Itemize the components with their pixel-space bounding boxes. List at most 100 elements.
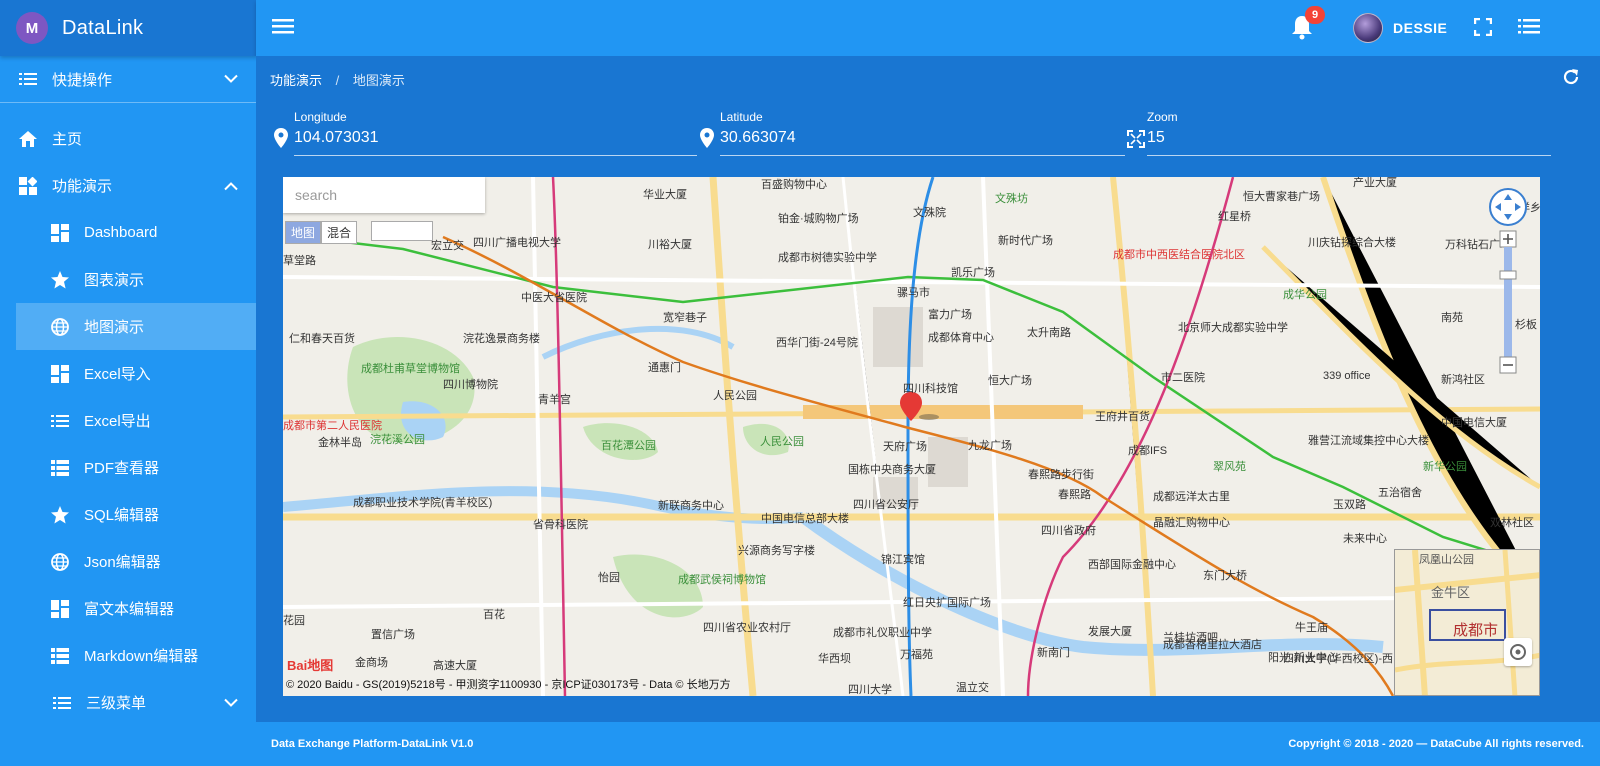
map-poi-label[interactable]: 新联商务中心 (658, 500, 724, 513)
zoom-field[interactable]: Zoom 15 (1127, 110, 1551, 156)
footer-brand-link[interactable]: DataCube (1430, 738, 1481, 750)
map-poi-label[interactable]: 晶融汇购物中心 (1153, 517, 1230, 530)
map-poi-label[interactable]: 省骨科医院 (533, 519, 588, 532)
fullscreen-icon[interactable] (1473, 17, 1494, 38)
map-poi-label[interactable]: 百花 (483, 609, 505, 622)
latitude-value[interactable]: 30.663074 (720, 129, 796, 147)
map-poi-label[interactable]: 骡马市 (897, 287, 930, 300)
map-poi-label[interactable]: 百花潭公园 (601, 440, 656, 453)
map-poi-label[interactable]: 万福苑 (900, 649, 933, 662)
map-poi-label[interactable]: 成都香格里拉大酒店 (1163, 639, 1262, 652)
map-search-input[interactable]: search (283, 177, 485, 213)
map-poi-label[interactable]: 花园 (283, 615, 305, 628)
map-poi-label[interactable]: 川庆钻探综合大楼 (1308, 237, 1396, 250)
map-poi-label[interactable]: 宽窄巷子 (663, 312, 707, 325)
map-type-select[interactable] (371, 221, 433, 241)
map-poi-label[interactable]: 华西坝 (818, 653, 851, 666)
map-poi-label[interactable]: 四川省政府 (1041, 525, 1096, 538)
map-poi-label[interactable]: 翠风苑 (1213, 461, 1246, 474)
map-poi-label[interactable]: 双林社区 (1490, 517, 1534, 530)
map-poi-label[interactable]: 文殊坊 (995, 193, 1028, 206)
map-poi-label[interactable]: 五治宿舍 (1378, 487, 1422, 500)
sidebar-item-7[interactable]: Json编辑器 (16, 538, 256, 585)
map-poi-label[interactable]: 新鸿社区 (1441, 374, 1485, 387)
sidebar-item-0[interactable]: Dashboard (16, 209, 256, 256)
zoom-value[interactable]: 15 (1147, 129, 1165, 147)
map-poi-label[interactable]: 四川大学 (848, 684, 892, 696)
map-poi-label[interactable]: 恒大广场 (988, 375, 1032, 388)
sidebar-item-level3[interactable]: 三级菜单 (0, 679, 256, 726)
map-poi-label[interactable]: 红日央扩国际广场 (903, 597, 991, 610)
map-poi-label[interactable]: 浣花溪公园 (370, 434, 425, 447)
map-poi-label[interactable]: 人民公园 (713, 390, 757, 403)
map-poi-label[interactable]: 中医大省医院 (521, 292, 587, 305)
map-poi-label[interactable]: 高速大厦 (433, 660, 477, 673)
map-poi-label[interactable]: 新南门 (1037, 647, 1070, 660)
sidebar-item-4[interactable]: Excel导出 (16, 397, 256, 444)
map-poi-label[interactable]: 成都体育中心 (928, 332, 994, 345)
sidebar-item-6[interactable]: SQL编辑器 (16, 491, 256, 538)
map-poi-label[interactable]: 成都市树德实验中学 (778, 252, 877, 265)
map-poi-label[interactable]: 太升南路 (1027, 327, 1071, 340)
map-poi-label[interactable]: 南苑 (1441, 312, 1463, 325)
map-poi-label[interactable]: 中国电信总部大楼 (761, 513, 849, 526)
map-poi-label[interactable]: 富力广场 (928, 309, 972, 322)
map-poi-label[interactable]: 339 office (1323, 370, 1371, 383)
map-poi-label[interactable]: 四川省公安厅 (853, 499, 919, 512)
map-poi-label[interactable]: 通惠门 (648, 362, 681, 375)
map-poi-label[interactable]: 金商场 (355, 657, 388, 670)
map-poi-label[interactable]: 锦江宾馆 (881, 554, 925, 567)
map-poi-label[interactable]: 春熙路步行街 (1028, 469, 1094, 482)
brand[interactable]: M DataLink (0, 0, 256, 56)
map-poi-label[interactable]: 新华公园 (1423, 461, 1467, 474)
map-poi-label[interactable]: 四川广播电视大学 (473, 237, 561, 250)
map-poi-label[interactable]: 牛王庙 (1295, 622, 1328, 635)
map-poi-label[interactable]: 产业大厦 (1353, 177, 1397, 190)
map-poi-label[interactable]: 四川科技馆 (903, 383, 958, 396)
avatar[interactable] (1353, 13, 1383, 43)
map-poi-label[interactable]: 华业大厦 (643, 189, 687, 202)
map-poi-label[interactable]: 川裕大厦 (648, 239, 692, 252)
map-poi-label[interactable]: 百盛购物中心 (761, 179, 827, 192)
map-poi-label[interactable]: 玉双路 (1333, 499, 1366, 512)
map-poi-label[interactable]: 成都武侯祠博物馆 (678, 574, 766, 587)
map-poi-label[interactable]: 四川大学(华西校区)-西区 (1283, 653, 1404, 666)
map-poi-label[interactable]: 铂金·城购物广场 (778, 213, 859, 226)
map-poi-label[interactable]: 春熙路 (1058, 489, 1091, 502)
map-poi-label[interactable]: 市二医院 (1161, 372, 1205, 385)
menu-toggle-icon[interactable] (272, 16, 296, 40)
map-poi-label[interactable]: 草堂路 (283, 255, 316, 268)
map-poi-label[interactable]: 恒大曹家巷广场 (1243, 191, 1320, 204)
map-poi-label[interactable]: 王府井百货 (1095, 411, 1150, 424)
map-poi-label[interactable]: 成都职业技术学院(青羊校区) (353, 497, 492, 510)
map-overview[interactable]: 凤凰山公园 金牛区 成都市 (1394, 549, 1540, 696)
map-poi-label[interactable]: 天府广场 (883, 441, 927, 454)
map-poi-label[interactable]: 凯乐广场 (951, 267, 995, 280)
map-poi-label[interactable]: 发展大厦 (1088, 626, 1132, 639)
map-poi-label[interactable]: 雅营江流域集控中心大楼 (1308, 435, 1429, 448)
locate-icon[interactable] (1504, 638, 1532, 666)
map-poi-label[interactable]: 浣花逸景商务楼 (463, 333, 540, 346)
sidebar-item-home[interactable]: 主页 (0, 115, 256, 162)
map-poi-label[interactable]: 成都杜甫草堂博物馆 (361, 363, 460, 376)
sidebar-item-1[interactable]: 图表演示 (16, 256, 256, 303)
map-poi-label[interactable]: 成华公园 (1283, 289, 1327, 302)
map-poi-label[interactable]: 仁和春天百货 (289, 333, 355, 346)
username[interactable]: DESSIE (1393, 20, 1447, 36)
map-poi-label[interactable]: 新时代广场 (998, 235, 1053, 248)
map-type-map-button[interactable]: 地图 (285, 221, 322, 244)
map-canvas[interactable]: 百盛购物中心华业大厦文殊院文殊坊恒大曹家巷广场产业大厦红星桥藤洋乡铂金·城购物广… (283, 177, 1540, 696)
map-poi-label[interactable]: 置信广场 (371, 629, 415, 642)
latitude-field[interactable]: Latitude 30.663074 (700, 110, 1125, 156)
right-menu-icon[interactable] (1518, 18, 1542, 38)
map-poi-label[interactable]: 九龙广场 (968, 440, 1012, 453)
map-poi-label[interactable]: 温立交 (956, 682, 989, 695)
map-poi-label[interactable]: 怡园 (598, 572, 620, 585)
map-type-hybrid-button[interactable]: 混合 (321, 221, 358, 244)
map-poi-label[interactable]: 宏立交 (431, 240, 464, 253)
sidebar-item-3[interactable]: Excel导入 (16, 350, 256, 397)
sidebar-item-5[interactable]: PDF查看器 (16, 444, 256, 491)
map-poi-label[interactable]: 成都IFS (1128, 445, 1167, 458)
sidebar-item-2[interactable]: 地图演示 (16, 303, 256, 350)
map-poi-label[interactable]: 中国电信大厦 (1441, 417, 1507, 430)
